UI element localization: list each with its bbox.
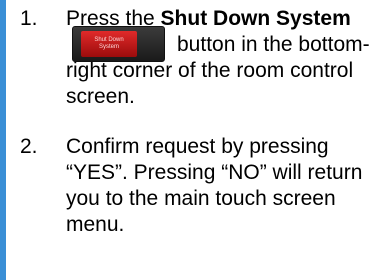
step-2: 2. Confirm request by pressing “YES”. Pr… <box>16 134 376 238</box>
step-1-bold: Shut Down System <box>160 7 351 30</box>
shut-down-button-line1: Shut Down <box>94 37 124 44</box>
step-1: 1. Press the Shut Down System Shut Down Sy… <box>16 6 376 110</box>
step-1-text: Press the Shut Down System Shut Down Syste… <box>66 6 376 110</box>
shut-down-button-line2: System <box>98 44 119 51</box>
step-2-number: 2. <box>20 135 38 158</box>
shut-down-system-button-face: Shut Down System <box>81 31 137 58</box>
step-2-text: Confirm request by pressing “YES”. Press… <box>66 135 363 236</box>
instruction-list: 1. Press the Shut Down System Shut Down Sy… <box>16 6 376 238</box>
shut-down-system-button-image: Shut Down System <box>72 26 165 63</box>
left-accent-bar <box>0 0 6 280</box>
step-1-number: 1. <box>20 7 38 30</box>
